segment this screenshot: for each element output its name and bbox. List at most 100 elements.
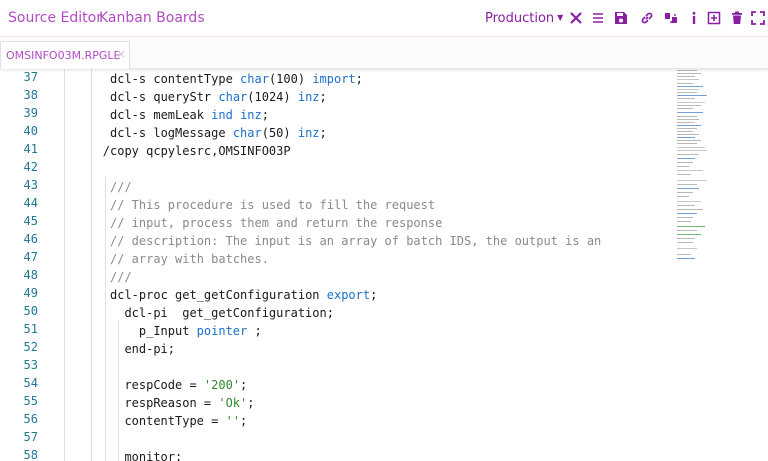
menu-icon[interactable] — [590, 10, 606, 26]
fullscreen-icon[interactable] — [750, 10, 766, 26]
nav-source-editor[interactable]: Source Editor — [8, 10, 102, 26]
code-token: inz — [240, 108, 262, 122]
line-number: 41 — [23, 142, 38, 156]
minimap-line — [677, 131, 693, 132]
minimap-line — [677, 184, 697, 185]
top-navbar: Source Editor Kanban Boards Production ▼ — [0, 0, 768, 37]
code-line: contentType = ''; — [124, 412, 247, 430]
minimap-line — [677, 147, 705, 148]
nav-kanban-boards[interactable]: Kanban Boards — [99, 10, 205, 26]
add-box-icon[interactable] — [706, 10, 722, 26]
save-icon[interactable] — [613, 10, 629, 26]
minimap-line — [677, 92, 697, 93]
minimap-line — [677, 217, 693, 218]
trash-icon[interactable] — [729, 10, 745, 26]
code-token: ; — [319, 90, 327, 104]
minimap-line — [677, 150, 707, 151]
minimap-line — [677, 221, 691, 222]
link-icon[interactable] — [639, 10, 655, 26]
line-number: 45 — [23, 214, 38, 228]
code-token: char — [218, 90, 248, 104]
minimap-line — [677, 242, 693, 243]
code-token: respCode = — [124, 378, 204, 392]
code-line: /// — [110, 178, 132, 196]
code-token: dcl-s memLeak — [110, 108, 212, 122]
line-number: 38 — [23, 88, 38, 102]
minimap-line — [677, 95, 707, 96]
minimap-line — [677, 70, 697, 71]
minimap-line — [677, 143, 697, 144]
environment-label: Production — [485, 11, 555, 26]
code-token: '200' — [203, 378, 241, 392]
line-number: 57 — [23, 430, 38, 444]
code-token: dcl-s queryStr — [110, 90, 219, 104]
code-token: dcl-proc get_getConfiguration — [110, 288, 327, 302]
minimap-line — [677, 158, 695, 159]
minimap-line — [677, 248, 697, 249]
code-token: ; — [240, 378, 248, 392]
minimap-line — [677, 192, 693, 193]
code-token: /// — [110, 270, 132, 284]
line-number: 55 — [23, 394, 38, 408]
code-line: // This procedure is used to fill the re… — [110, 196, 435, 214]
tab-omsinfo03m[interactable]: OMSINFO03M.RPGLE × — [0, 41, 130, 69]
minimap-line — [677, 238, 695, 239]
minimap-line — [677, 86, 703, 87]
code-token: end-pi; — [124, 342, 176, 356]
tab-label: OMSINFO03M.RPGLE — [6, 49, 121, 62]
code-token: ; — [319, 126, 327, 140]
minimap-line — [677, 83, 693, 84]
indent-guide — [118, 320, 119, 461]
tab-close-icon[interactable]: × — [116, 47, 126, 61]
info-icon[interactable] — [686, 10, 702, 26]
code-token: respReason = — [124, 396, 219, 410]
code-token: dcl-s logMessage — [110, 126, 233, 140]
minimap-line — [677, 79, 699, 80]
minimap-line — [677, 105, 701, 106]
code-line: dcl-pi get_getConfiguration; — [124, 304, 334, 322]
code-token: monitor; — [124, 450, 183, 461]
minimap-line — [677, 137, 695, 138]
caret-down-icon: ▼ — [557, 13, 564, 22]
code-token: /// — [110, 180, 132, 194]
minimap-line — [677, 112, 703, 113]
minimap-line — [677, 128, 697, 129]
compare-icon[interactable] — [663, 10, 679, 26]
code-token: pointer — [196, 324, 248, 338]
line-number: 39 — [23, 106, 38, 120]
minimap-line — [677, 162, 693, 163]
line-number: 50 — [23, 304, 38, 318]
line-number: 40 — [23, 124, 38, 138]
minimap-line — [677, 89, 699, 90]
minimap-line — [677, 116, 697, 117]
tab-bar: OMSINFO03M.RPGLE × — [0, 37, 768, 69]
code-token: ; — [355, 72, 363, 86]
line-number: 47 — [23, 250, 38, 264]
minimap-line — [677, 108, 693, 109]
minimap-line — [677, 196, 689, 197]
close-icon[interactable] — [568, 10, 584, 26]
code-line: dcl-s memLeak ind inz; — [110, 106, 269, 124]
code-line: respCode = '200'; — [124, 376, 247, 394]
minimap-line — [677, 125, 701, 126]
minimap-line — [677, 98, 695, 99]
environment-dropdown[interactable]: Production ▼ — [485, 11, 563, 26]
line-number: 56 — [23, 412, 38, 426]
minimap-line — [677, 170, 703, 171]
minimap-line — [677, 258, 695, 259]
code-line: /copy qcpylesrc,OMSINFO03P — [103, 142, 291, 160]
code-line: // array with batches. — [110, 250, 269, 268]
code-line: monitor; — [124, 448, 182, 461]
code-token: p_Input — [138, 324, 197, 338]
code-editor[interactable]: 37 38 39 40 41 42 43 44 45 46 47 48 49 50 51 52 53 54 55 56… — [0, 68, 768, 461]
vertical-scrollbar[interactable] — [740, 68, 768, 461]
minimap[interactable] — [675, 68, 735, 308]
code-token: ; — [370, 288, 378, 302]
code-line: p_Input pointer ; — [139, 322, 262, 340]
code-token: char — [240, 72, 269, 86]
line-number: 37 — [23, 70, 38, 84]
code-token: 'Ok' — [218, 396, 248, 410]
code-token: ; — [240, 414, 248, 428]
line-number: 46 — [23, 232, 38, 246]
